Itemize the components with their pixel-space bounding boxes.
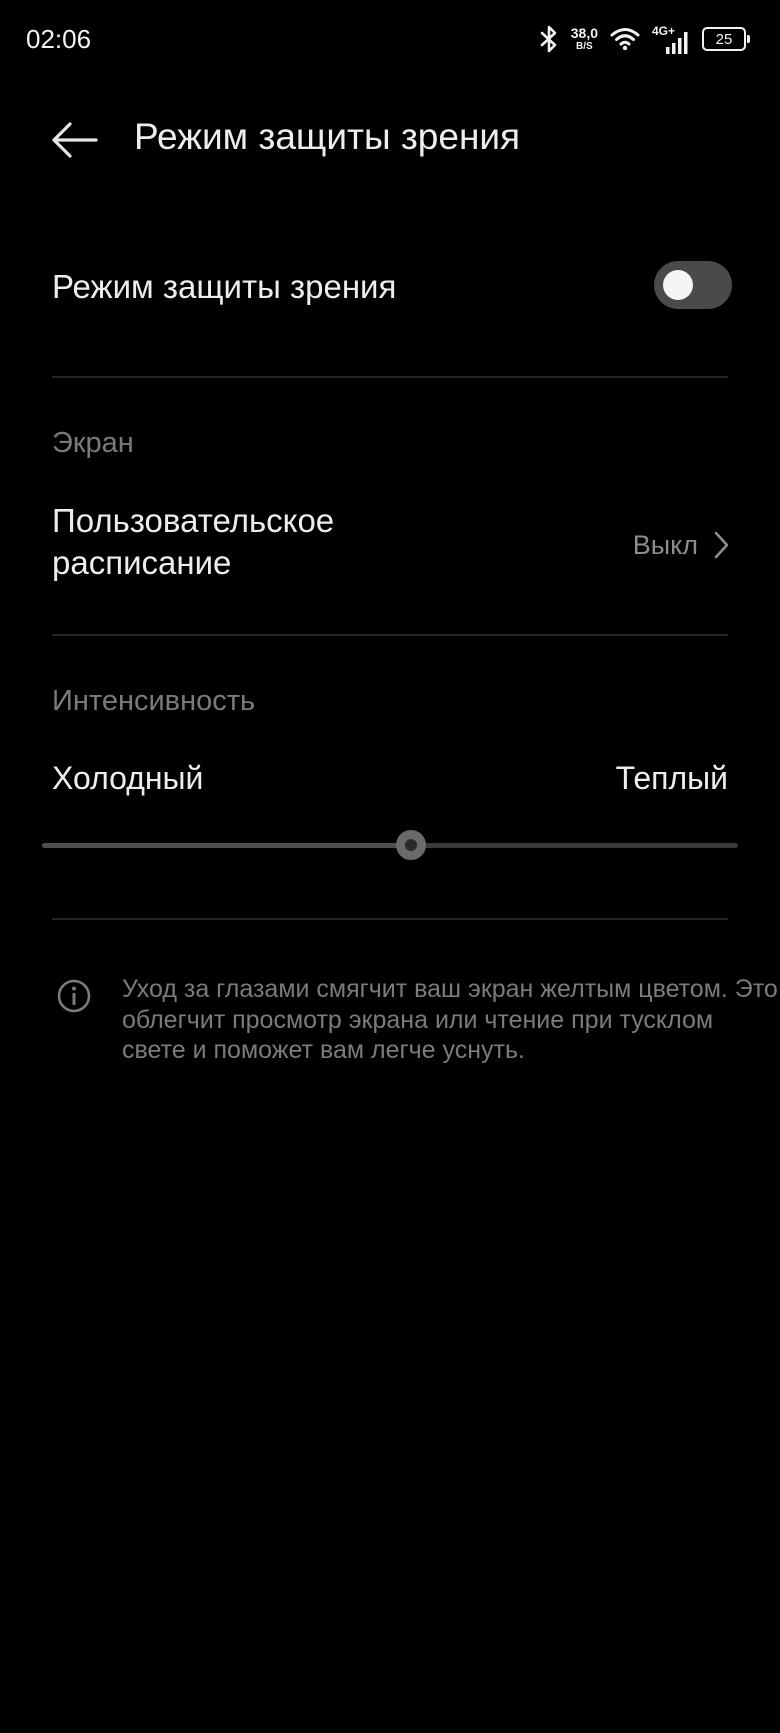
- intensity-slider[interactable]: [42, 830, 738, 860]
- cell-signal-icon: [666, 32, 688, 54]
- back-button[interactable]: [46, 112, 102, 168]
- intensity-max-label: Теплый: [615, 760, 728, 796]
- info-text: Уход за глазами смягчит ваш экран желтым…: [122, 975, 778, 1064]
- eye-comfort-label: Режим защиты зрения: [52, 268, 397, 305]
- intensity-labels: Холодный Теплый: [52, 760, 728, 800]
- slider-thumb[interactable]: [395, 830, 426, 860]
- custom-schedule-label: Пользовательское расписание: [52, 502, 335, 581]
- cell-signal: 4G+: [652, 24, 690, 54]
- status-time: 02:06: [26, 24, 92, 54]
- status-bar: 02:06 38,0 B/S 4G+ 25: [0, 0, 780, 80]
- info-icon: [57, 979, 91, 1013]
- status-icons: 38,0 B/S 4G+ 25: [539, 22, 750, 56]
- divider: [52, 634, 728, 636]
- intensity-min-label: Холодный: [52, 760, 204, 796]
- divider: [52, 918, 728, 920]
- page-title: Режим защиты зрения: [134, 116, 521, 157]
- network-speed-unit: B/S: [576, 41, 593, 52]
- divider: [52, 376, 728, 378]
- eye-comfort-row[interactable]: Режим защиты зрения: [52, 248, 732, 324]
- section-title-intensity: Интенсивность: [52, 685, 256, 717]
- battery-icon: 25: [702, 27, 750, 51]
- eye-comfort-toggle[interactable]: [654, 261, 732, 309]
- toggle-knob: [663, 270, 693, 300]
- arrow-left-icon: [52, 122, 98, 158]
- bluetooth-icon: [539, 25, 559, 53]
- slider-fill: [42, 843, 411, 848]
- chevron-right-icon: [714, 531, 729, 559]
- network-speed: 38,0 B/S: [571, 26, 598, 52]
- section-title-screen: Экран: [52, 427, 134, 459]
- custom-schedule-value: Выкл: [632, 530, 698, 560]
- battery-level: 25: [715, 30, 733, 48]
- network-speed-value: 38,0: [570, 25, 598, 41]
- custom-schedule-row[interactable]: Пользовательское расписание Выкл: [52, 500, 732, 596]
- wifi-icon: [610, 27, 640, 51]
